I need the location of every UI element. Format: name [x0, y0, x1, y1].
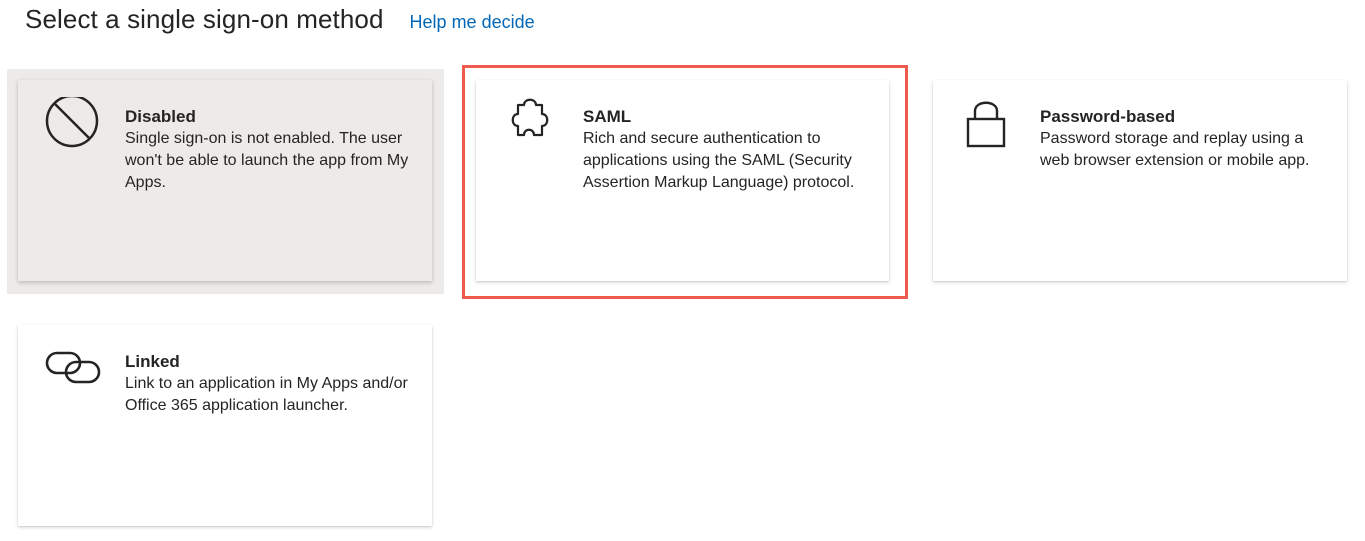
method-card-password-based[interactable]: Password-based Password storage and repl…	[933, 80, 1347, 281]
method-title: Password-based	[1040, 107, 1176, 126]
method-card-disabled[interactable]: Disabled Single sign-on is not enabled. …	[18, 80, 432, 281]
disabled-icon	[44, 94, 102, 155]
method-title: SAML	[583, 107, 632, 126]
sso-method-page: Select a single sign-on method Help me d…	[0, 0, 1365, 541]
help-me-decide-link[interactable]: Help me decide	[410, 12, 535, 33]
link-icon	[44, 342, 102, 400]
method-description: Password storage and replay using a web …	[1040, 130, 1310, 169]
method-title: Disabled	[125, 107, 196, 126]
page-header: Select a single sign-on method Help me d…	[25, 4, 535, 35]
method-description: Rich and secure authentication to applic…	[583, 130, 855, 191]
method-card-saml[interactable]: SAML Rich and secure authentication to a…	[476, 80, 889, 281]
page-title: Select a single sign-on method	[25, 4, 384, 34]
method-card-linked[interactable]: Linked Link to an application in My Apps…	[18, 325, 432, 526]
lock-icon	[959, 97, 1017, 155]
method-description: Single sign-on is not enabled. The user …	[125, 130, 409, 191]
puzzle-icon	[502, 97, 560, 155]
method-description: Link to an application in My Apps and/or…	[125, 375, 408, 414]
method-title: Linked	[125, 352, 180, 371]
